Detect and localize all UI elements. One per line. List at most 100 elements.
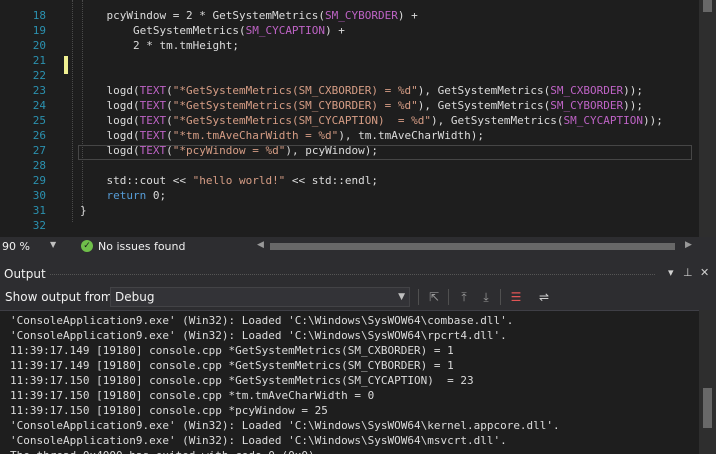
code-token: ), GetSystemMetrics(	[417, 99, 551, 112]
output-line[interactable]: 11:39:17.149 [19180] console.cpp *GetSys…	[10, 358, 454, 373]
code-token: ));	[623, 84, 643, 97]
code-line[interactable]: pcyWindow = 2 * GetSystemMetrics(SM_CYBO…	[80, 8, 418, 23]
code-token: SM_CYCAPTION	[245, 24, 326, 37]
line-number: 31	[32, 204, 46, 217]
output-panel-title: Output	[4, 267, 46, 281]
toolbar-separator	[418, 289, 419, 305]
code-token: GetSystemMetrics(	[80, 24, 246, 37]
pin-icon[interactable]: ⊥	[683, 266, 693, 279]
output-line[interactable]: 'ConsoleApplication9.exe' (Win32): Loade…	[10, 418, 560, 433]
code-line[interactable]: 2 * tm.tmHeight;	[80, 38, 239, 53]
code-token: << std::endl;	[285, 174, 379, 187]
line-number: 19	[32, 24, 46, 37]
find-message-in-code-icon[interactable]: ⇱	[426, 289, 442, 305]
toolbar-separator	[448, 289, 449, 305]
code-token: 0;	[146, 189, 167, 202]
line-number: 22	[32, 69, 46, 82]
output-line[interactable]: 11:39:17.149 [19180] console.cpp *GetSys…	[10, 343, 454, 358]
code-token: (	[166, 129, 173, 142]
code-token: ), pcyWindow);	[285, 144, 379, 157]
code-token: logd(	[80, 129, 140, 142]
code-token: (	[166, 144, 173, 157]
unsaved-change-marker	[64, 56, 68, 74]
output-source-value: Debug	[115, 290, 155, 304]
output-text-area[interactable]: 'ConsoleApplication9.exe' (Win32): Loade…	[0, 310, 716, 454]
code-line[interactable]: return 0;	[80, 188, 167, 203]
code-token: (	[166, 99, 173, 112]
indent-guide	[72, 0, 73, 222]
output-vertical-scrollbar[interactable]	[699, 310, 716, 454]
code-token: "*pcyWindow = %d"	[172, 144, 286, 157]
code-line[interactable]: }	[80, 203, 87, 218]
word-wrap-icon[interactable]: ⇌	[536, 289, 552, 305]
next-message-icon[interactable]: ⤓	[478, 289, 494, 305]
code-line[interactable]: std::cout << "hello world!" << std::endl…	[80, 173, 378, 188]
output-line[interactable]: 'ConsoleApplication9.exe' (Win32): Loade…	[10, 433, 507, 448]
editor-horizontal-scrollbar[interactable]	[270, 243, 675, 250]
editor-vertical-scrollbar[interactable]	[699, 0, 716, 237]
editor-status-bar: 90 % ▼ ✓ No issues found ◀ ▶	[0, 237, 716, 256]
code-token: TEXT	[139, 99, 167, 112]
previous-message-icon[interactable]: ⤒	[456, 289, 472, 305]
output-vertical-scroll-thumb[interactable]	[703, 388, 712, 428]
close-icon[interactable]: ✕	[700, 266, 709, 279]
output-line[interactable]: 11:39:17.150 [19180] console.cpp *pcyWin…	[10, 403, 328, 418]
check-circle-icon: ✓	[81, 240, 93, 252]
code-token: TEXT	[139, 114, 167, 127]
code-token: SM_CYBORDER	[325, 9, 398, 22]
zoom-level[interactable]: 90 %	[2, 240, 30, 253]
toolbar-separator	[500, 289, 501, 305]
code-token: ) +	[397, 9, 418, 22]
output-source-select[interactable]: Debug ▼	[110, 287, 410, 307]
code-token: "*GetSystemMetrics(SM_CYCAPTION) = %d"	[172, 114, 432, 127]
line-number-gutter: 18 19 20 21 22 23 24 25 26 27 28 29 30 31 32	[0, 0, 62, 237]
line-number: 20	[32, 39, 46, 52]
chevron-down-icon[interactable]: ▼	[50, 240, 56, 249]
code-line[interactable]: logd(TEXT("*GetSystemMetrics(SM_CXBORDER…	[80, 83, 643, 98]
scroll-left-icon[interactable]: ◀	[257, 240, 264, 250]
code-line[interactable]: logd(TEXT("*GetSystemMetrics(SM_CYBORDER…	[80, 98, 643, 113]
clear-all-icon[interactable]: ☰	[508, 289, 524, 305]
output-line[interactable]: 'ConsoleApplication9.exe' (Win32): Loade…	[10, 328, 507, 343]
code-line[interactable]: logd(TEXT("*tm.tmAveCharWidth = %d"), tm…	[80, 128, 484, 143]
line-number: 28	[32, 159, 46, 172]
line-number: 32	[32, 219, 46, 232]
output-line[interactable]: 11:39:17.150 [19180] console.cpp *tm.tmA…	[10, 388, 374, 403]
line-number: 23	[32, 84, 46, 97]
code-token: 2 * tm.tmHeight;	[80, 39, 239, 52]
editor-horizontal-scroll-thumb[interactable]	[270, 243, 675, 250]
code-token: TEXT	[139, 129, 167, 142]
code-token: SM_CYBORDER	[550, 99, 624, 112]
output-toolbar: Show output from: Debug ▼ ⇱ ⤒ ⤓ ☰ ⇌	[0, 284, 716, 310]
output-line[interactable]: The thread 0x4000 has exited with code 0…	[10, 448, 321, 454]
chevron-down-icon[interactable]: ▼	[398, 292, 405, 302]
code-token: "*GetSystemMetrics(SM_CYBORDER) = %d"	[172, 99, 418, 112]
line-number: 25	[32, 114, 46, 127]
header-grip	[50, 274, 655, 275]
window-menu-icon[interactable]: ▾	[668, 266, 674, 279]
panel-splitter[interactable]	[0, 256, 716, 264]
editor-vertical-scroll-thumb[interactable]	[703, 0, 712, 12]
code-token: ));	[623, 99, 643, 112]
output-line[interactable]: 11:39:17.150 [19180] console.cpp *GetSys…	[10, 373, 474, 388]
code-token: "*tm.tmAveCharWidth = %d"	[172, 129, 339, 142]
scroll-right-icon[interactable]: ▶	[685, 240, 692, 250]
code-token: logd(	[80, 99, 140, 112]
code-token: ), tm.tmAveCharWidth);	[338, 129, 485, 142]
line-number: 26	[32, 129, 46, 142]
code-editor[interactable]: 18 19 20 21 22 23 24 25 26 27 28 29 30 31 32 pcyWindow…	[0, 0, 716, 237]
code-token: TEXT	[139, 144, 167, 157]
line-number: 21	[32, 54, 46, 67]
issues-status-text[interactable]: No issues found	[98, 240, 185, 253]
code-line[interactable]: GetSystemMetrics(SM_CYCAPTION) +	[80, 23, 345, 38]
code-token: logd(	[80, 144, 140, 157]
code-token: SM_CXBORDER	[550, 84, 624, 97]
code-line[interactable]: logd(TEXT("*GetSystemMetrics(SM_CYCAPTIO…	[80, 113, 662, 128]
code-token: }	[80, 204, 87, 217]
code-token: ), GetSystemMetrics(	[417, 84, 551, 97]
code-token: SM_CYCAPTION	[563, 114, 643, 127]
output-line[interactable]: 'ConsoleApplication9.exe' (Win32): Loade…	[10, 313, 513, 328]
code-line[interactable]: logd(TEXT("*pcyWindow = %d"), pcyWindow)…	[80, 143, 378, 158]
code-token: "*GetSystemMetrics(SM_CXBORDER) = %d"	[172, 84, 418, 97]
